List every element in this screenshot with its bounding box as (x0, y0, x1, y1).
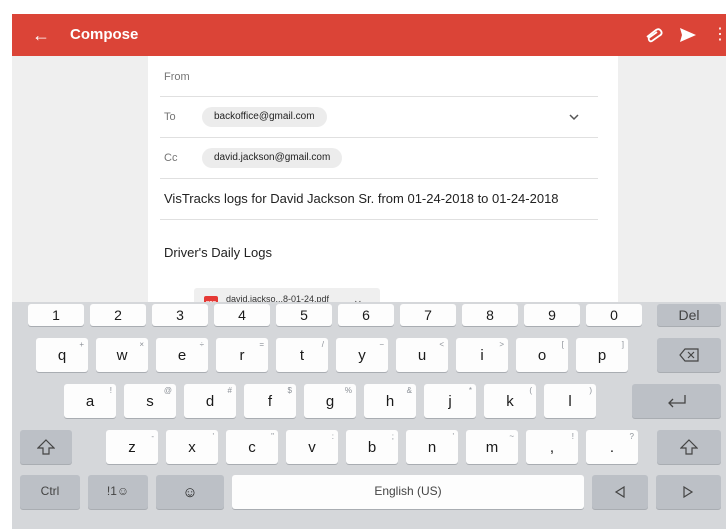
key-z[interactable]: z- (106, 430, 158, 464)
key-5[interactable]: 5 (276, 304, 332, 326)
arrow-right-key-icon (683, 486, 694, 498)
chevron-down-icon[interactable] (568, 111, 580, 123)
compose-form: From To backoffice@gmail.com Cc david.ja… (148, 56, 618, 316)
enter-icon (668, 395, 686, 408)
symbols-key[interactable]: !1☺ (88, 475, 148, 509)
key-h[interactable]: h & (364, 384, 416, 418)
key-3[interactable]: 3 (152, 304, 208, 326)
emoji-icon: ☺ (182, 484, 198, 501)
ctrl-key[interactable]: Ctrl (20, 475, 80, 509)
key-m[interactable]: m ~ (466, 430, 518, 464)
cc-row[interactable]: Cc david.jackson@gmail.com (160, 138, 598, 179)
shift-icon (680, 439, 698, 455)
backspace-key[interactable] (657, 338, 721, 372)
shift-key-left[interactable] (20, 430, 72, 464)
key-j[interactable]: j * (424, 384, 476, 418)
to-row[interactable]: To backoffice@gmail.com (160, 97, 598, 138)
key-y[interactable]: y − (336, 338, 388, 372)
key-8[interactable]: 8 (462, 304, 518, 326)
key-e[interactable]: e ÷ (156, 338, 208, 372)
cc-label: Cc (164, 152, 178, 164)
key-comma[interactable]: ,! (526, 430, 578, 464)
delete-key[interactable]: Del (657, 304, 721, 326)
key-1[interactable]: 1 (28, 304, 84, 326)
overflow-menu-icon[interactable]: ⋮ (712, 24, 726, 46)
key-v[interactable]: v: (286, 430, 338, 464)
backspace-icon (679, 348, 699, 362)
key-2[interactable]: 2 (90, 304, 146, 326)
key-g[interactable]: g% (304, 384, 356, 418)
from-row[interactable]: From (160, 56, 598, 97)
to-recipient-chip[interactable]: backoffice@gmail.com (202, 107, 327, 127)
key-n[interactable]: n ' (406, 430, 458, 464)
key-x[interactable]: x ' (166, 430, 218, 464)
app-window: ← Compose ⋮ From To backoffice@gmail.com… (12, 14, 726, 529)
key-9[interactable]: 9 (524, 304, 580, 326)
send-icon[interactable] (678, 25, 698, 45)
subject-text: VisTracks logs for David Jackson Sr. fro… (164, 191, 559, 206)
key-6[interactable]: 6 (338, 304, 394, 326)
from-label: From (164, 71, 190, 83)
key-b[interactable]: b; (346, 430, 398, 464)
key-r[interactable]: r = (216, 338, 268, 372)
to-label: To (164, 111, 176, 123)
key-t[interactable]: t / (276, 338, 328, 372)
key-p[interactable]: p] (576, 338, 628, 372)
key-s[interactable]: s @ (124, 384, 176, 418)
key-l[interactable]: l) (544, 384, 596, 418)
key-4[interactable]: 4 (214, 304, 270, 326)
back-arrow-icon[interactable]: ← (32, 24, 54, 46)
cursor-left-key[interactable] (592, 475, 648, 509)
key-period[interactable]: .? (586, 430, 638, 464)
key-i[interactable]: i > (456, 338, 508, 372)
shift-key-right[interactable] (657, 430, 721, 464)
key-a[interactable]: a! (64, 384, 116, 418)
key-u[interactable]: u < (396, 338, 448, 372)
key-7[interactable]: 7 (400, 304, 456, 326)
page-title: Compose (70, 26, 139, 43)
app-bar: ← Compose ⋮ (12, 14, 726, 56)
key-w[interactable]: w × (96, 338, 148, 372)
key-0[interactable]: 0 (586, 304, 642, 326)
enter-key[interactable] (632, 384, 721, 418)
emoji-key[interactable]: ☺ (156, 475, 224, 509)
message-body[interactable]: Driver's Daily Logs (164, 245, 272, 260)
arrow-left-key-icon (614, 486, 625, 498)
key-q[interactable]: q + (36, 338, 88, 372)
key-d[interactable]: d # (184, 384, 236, 418)
cursor-right-key[interactable] (656, 475, 721, 509)
key-f[interactable]: f $ (244, 384, 296, 418)
subject-field[interactable]: VisTracks logs for David Jackson Sr. fro… (160, 179, 598, 220)
on-screen-keyboard: 1 2 3 4 5 6 7 8 9 0 Del q + w × e ÷ r = t / y… (12, 302, 726, 529)
key-c[interactable]: c " (226, 430, 278, 464)
paperclip-icon[interactable] (644, 26, 664, 44)
space-bar[interactable]: English (US) (232, 475, 584, 509)
key-k[interactable]: k( (484, 384, 536, 418)
key-o[interactable]: o[ (516, 338, 568, 372)
shift-icon (37, 439, 55, 455)
cc-recipient-chip[interactable]: david.jackson@gmail.com (202, 148, 343, 168)
